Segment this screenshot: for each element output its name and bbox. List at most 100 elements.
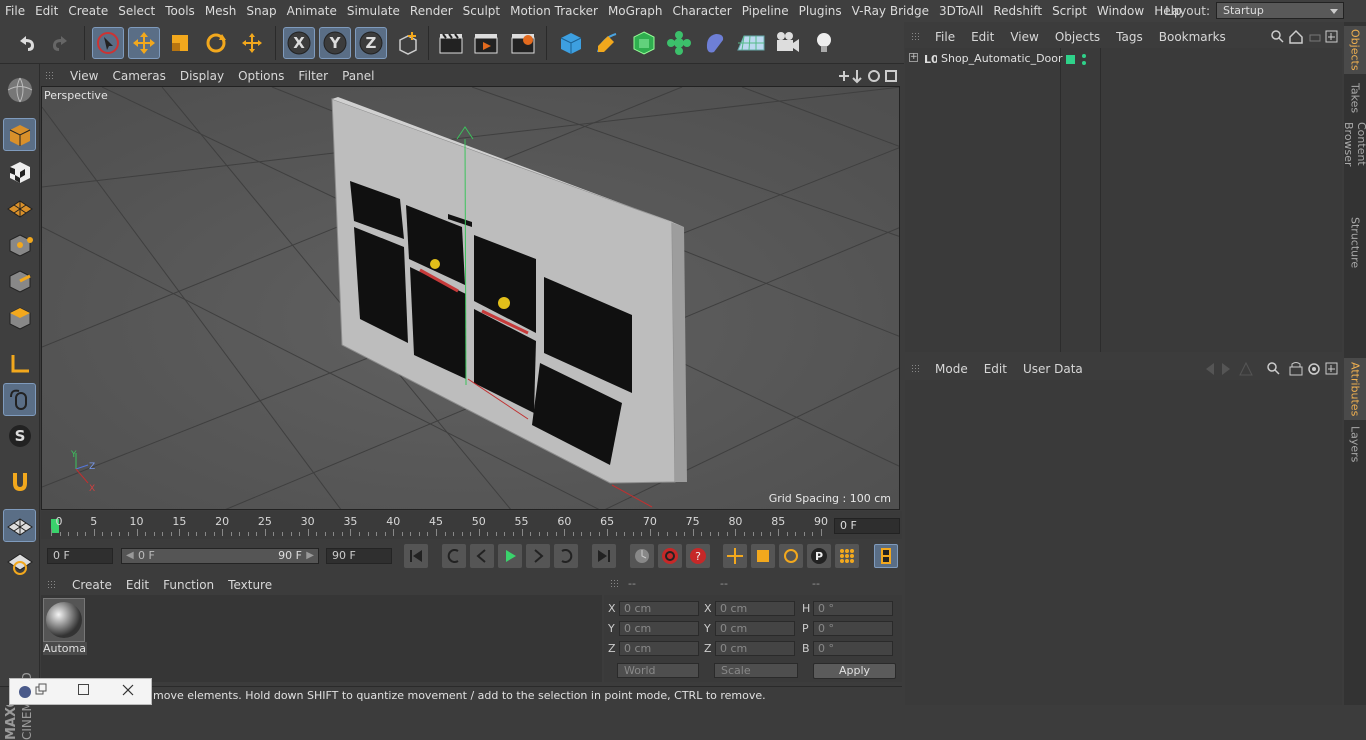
keyframe-selection-icon[interactable]: ? [686,544,710,568]
go-to-start-icon[interactable] [404,544,428,568]
viewport-menu-display[interactable]: Display [173,69,231,83]
viewport-menu-view[interactable]: View [63,69,105,83]
tab-content-browser[interactable]: Content Browser [1344,122,1366,210]
material-menu-edit[interactable]: Edit [119,578,156,592]
material-menu-texture[interactable]: Texture [221,578,279,592]
polygons-mode-icon[interactable] [3,301,36,334]
rot-b-field[interactable]: 0 ° [813,641,893,656]
snap-settings-icon[interactable] [3,546,36,579]
tab-objects[interactable]: Objects [1344,26,1366,74]
workplane-lock-icon[interactable] [3,509,36,542]
rotate-tool-icon[interactable] [200,27,232,59]
subdivision-surface-icon[interactable] [628,27,660,59]
pen-spline-icon[interactable] [591,27,623,59]
menu-character[interactable]: Character [667,4,736,18]
size-y-field[interactable]: 0 cm [715,621,795,636]
undo-icon[interactable] [10,27,42,59]
object-manager-tools[interactable] [1270,29,1340,45]
play-icon[interactable] [498,544,522,568]
position-key-icon[interactable] [723,544,747,568]
object-menu-bookmarks[interactable]: Bookmarks [1151,30,1234,44]
next-key-icon[interactable] [554,544,578,568]
pos-y-field[interactable]: 0 cm [619,621,699,636]
cloner-icon[interactable] [663,27,695,59]
tab-structure[interactable]: Structure [1344,216,1366,270]
menu-render[interactable]: Render [405,4,458,18]
edges-mode-icon[interactable] [3,264,36,297]
menu-file[interactable]: File [0,4,30,18]
workplane-icon[interactable] [3,191,36,224]
start-frame-field[interactable]: 0 F [47,548,113,564]
object-row[interactable]: + L0 Shop_Automatic_Door [905,50,1342,70]
menu-motion-tracker[interactable]: Motion Tracker [505,4,603,18]
material-menu-create[interactable]: Create [65,578,119,592]
magnet-snap-icon[interactable] [3,465,36,498]
points-mode-icon[interactable] [3,228,36,261]
apply-button[interactable]: Apply [813,663,896,679]
material-thumbnail[interactable] [43,598,85,642]
scale-key-icon[interactable] [751,544,775,568]
attributes-menu-mode[interactable]: Mode [927,362,976,376]
object-menu-file[interactable]: File [927,30,963,44]
layer-color-tag[interactable] [1066,55,1075,64]
select-tool-icon[interactable] [92,27,124,59]
viewport-menu-panel[interactable]: Panel [335,69,381,83]
tab-layers[interactable]: Layers [1344,424,1366,464]
material-name[interactable]: Automa [43,642,87,655]
parameter-key-icon[interactable]: P [807,544,831,568]
tab-attributes[interactable]: Attributes [1344,358,1366,420]
coordinate-space-dropdown[interactable]: World [617,663,699,678]
menu-tools[interactable]: Tools [160,4,200,18]
size-z-field[interactable]: 0 cm [715,641,795,656]
deformer-icon[interactable] [699,27,731,59]
axis-mode-icon[interactable] [3,347,36,380]
light-icon[interactable] [808,27,840,59]
menu-vray-bridge[interactable]: V-Ray Bridge [847,4,934,18]
point-level-animation-icon[interactable] [835,544,859,568]
attributes-menu-edit[interactable]: Edit [976,362,1015,376]
layout-select[interactable]: Startup [1216,2,1344,19]
menu-mesh[interactable]: Mesh [200,4,242,18]
z-axis-icon[interactable]: Z [355,27,387,59]
timeline-window-icon[interactable] [874,544,898,568]
close-icon[interactable] [122,684,134,696]
menu-mograph[interactable]: MoGraph [603,4,668,18]
redo-icon[interactable] [45,27,77,59]
menu-simulate[interactable]: Simulate [342,4,405,18]
render-to-picture-viewer-icon[interactable] [470,27,502,59]
viewport-navigation-icons[interactable] [836,68,900,84]
menu-sculpt[interactable]: Sculpt [458,4,505,18]
current-frame-field[interactable]: 0 F [834,518,900,534]
menu-script[interactable]: Script [1047,4,1092,18]
viewport-menu-options[interactable]: Options [231,69,291,83]
object-menu-view[interactable]: View [1002,30,1046,44]
object-menu-edit[interactable]: Edit [963,30,1002,44]
range-slider[interactable]: ◀ 0 F 90 F ▶ [121,548,319,564]
cube-primitive-icon[interactable] [555,27,587,59]
scale-tool-icon[interactable] [164,27,196,59]
menu-snap[interactable]: Snap [241,4,281,18]
rot-p-field[interactable]: 0 ° [813,621,893,636]
next-frame-icon[interactable] [526,544,550,568]
rot-h-field[interactable]: 0 ° [813,601,893,616]
expand-icon[interactable]: + [909,53,918,62]
maximize-icon[interactable] [78,684,89,695]
object-menu-objects[interactable]: Objects [1047,30,1108,44]
visibility-editor-dot[interactable] [1082,54,1086,58]
previous-frame-icon[interactable] [470,544,494,568]
3d-viewport[interactable]: Y Z X Perspective Grid Spacing : 100 cm [41,86,900,510]
menu-redshift[interactable]: Redshift [988,4,1047,18]
object-menu-tags[interactable]: Tags [1108,30,1151,44]
menu-create[interactable]: Create [63,4,113,18]
menu-select[interactable]: Select [113,4,160,18]
x-axis-icon[interactable]: X [283,27,315,59]
render-view-icon[interactable] [435,27,467,59]
pos-z-field[interactable]: 0 cm [619,641,699,656]
menu-edit[interactable]: Edit [30,4,63,18]
viewport-menu-cameras[interactable]: Cameras [105,69,172,83]
floor-icon[interactable] [735,27,767,59]
move-tool-icon[interactable] [128,27,160,59]
menu-plugins[interactable]: Plugins [794,4,847,18]
camera-icon[interactable] [771,27,803,59]
object-name[interactable]: Shop_Automatic_Door [941,52,1063,65]
